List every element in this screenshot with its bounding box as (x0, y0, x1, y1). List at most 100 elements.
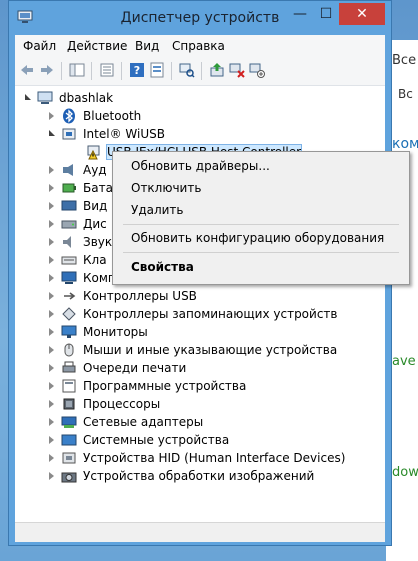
background-text-2: Вс (398, 87, 413, 101)
battery-icon (62, 183, 76, 193)
menu-bar: Файл Действие Вид Справка (15, 35, 385, 57)
context-menu-update-drivers[interactable]: Обновить драйверы... (131, 159, 270, 173)
toolbar-separator (61, 62, 62, 80)
toolbar: ? (15, 57, 385, 86)
maximize-button[interactable]: ☐ (313, 3, 339, 25)
expand-icon[interactable] (49, 400, 54, 408)
uninstall-device-icon[interactable] (229, 62, 245, 78)
tree-item-label: Кла (83, 253, 107, 267)
tree-root-label: dbashlak (59, 91, 114, 105)
tree-root[interactable]: dbashlak (25, 89, 275, 107)
tree-item-hid[interactable]: Устройства HID (Human Interface Devices) (49, 449, 379, 467)
expand-icon[interactable] (49, 454, 54, 462)
tree-item-label: Очереди печати (83, 361, 187, 375)
svg-text:?: ? (134, 64, 140, 77)
properties-icon[interactable] (149, 62, 165, 78)
tree-item-label: Мыши и иные указывающие устройства (83, 343, 338, 357)
expand-icon[interactable] (49, 328, 54, 336)
bluetooth-icon (63, 108, 75, 124)
menu-view[interactable]: Вид (135, 39, 159, 53)
background-text-3: ave (392, 354, 416, 369)
context-menu: Обновить драйверы... Отключить Удалить О… (112, 151, 410, 285)
context-menu-uninstall[interactable]: Удалить (131, 203, 184, 217)
tree-item-label: Устройства HID (Human Interface Devices) (83, 451, 346, 465)
expand-icon[interactable] (49, 274, 54, 282)
context-menu-separator (123, 252, 399, 253)
tree-item-processors[interactable]: Процессоры (49, 395, 299, 413)
context-menu-disable[interactable]: Отключить (131, 181, 201, 195)
expand-icon[interactable] (49, 220, 54, 228)
storage-controller-icon (62, 307, 76, 321)
tree-item-label: Контроллеры запоминающих устройств (83, 307, 338, 321)
tree-item-storage-controllers[interactable]: Контроллеры запоминающих устройств (49, 305, 379, 323)
system-device-icon (61, 434, 77, 446)
mouse-icon (64, 343, 74, 357)
tree-item-label: Сетевые адаптеры (83, 415, 204, 429)
expand-icon[interactable] (49, 418, 54, 426)
expand-icon[interactable] (49, 436, 54, 444)
show-hide-tree-icon[interactable] (69, 62, 85, 78)
close-button[interactable]: ✕ (339, 3, 385, 25)
display-adapter-icon (61, 200, 77, 211)
expand-icon[interactable] (49, 472, 54, 480)
menu-action[interactable]: Действие (67, 39, 127, 53)
warning-device-icon (87, 145, 100, 160)
tree-item-monitors[interactable]: Мониторы (49, 323, 299, 341)
expand-icon[interactable] (49, 184, 54, 192)
title-bar[interactable]: Диспетчер устройств — ☐ ✕ (9, 1, 391, 35)
network-adapter-icon (61, 416, 77, 428)
expand-icon[interactable] (49, 256, 54, 264)
watermark-text: REMONTKA.COM (25, 480, 338, 515)
tree-item-system-devices[interactable]: Системные устройства (49, 431, 299, 449)
software-device-icon (62, 379, 76, 393)
expand-icon[interactable] (49, 310, 54, 318)
tree-item-label: Звук (83, 235, 113, 249)
background-link-text: ком (392, 136, 418, 152)
toolbar-separator (91, 62, 92, 80)
background-text-1: Все (392, 53, 417, 68)
expand-icon[interactable] (49, 238, 54, 246)
tree-item-intel-wiusb[interactable]: Intel® WiUSB (49, 125, 299, 143)
collapse-icon[interactable] (25, 94, 31, 100)
tree-item-label: Intel® WiUSB (83, 127, 165, 141)
toolbar-separator (171, 62, 172, 80)
computer-icon (61, 271, 77, 284)
expand-icon[interactable] (49, 346, 54, 354)
update-driver-icon[interactable] (209, 62, 225, 78)
expand-icon[interactable] (49, 382, 54, 390)
back-arrow-icon[interactable] (19, 62, 35, 78)
tree-item-print-queues[interactable]: Очереди печати (49, 359, 299, 377)
disable-device-icon[interactable] (249, 62, 265, 78)
context-menu-scan-hardware[interactable]: Обновить конфигурацию оборудования (131, 231, 384, 245)
tree-item-label: Мониторы (83, 325, 148, 339)
processor-icon (63, 398, 75, 410)
minimize-button[interactable]: — (287, 3, 313, 25)
tree-item-network-adapters[interactable]: Сетевые адаптеры (49, 413, 299, 431)
tree-item-label: Процессоры (83, 397, 161, 411)
tree-item-label: Bluetooth (83, 109, 142, 123)
expand-icon[interactable] (49, 166, 54, 174)
tree-item-bluetooth[interactable]: Bluetooth (49, 107, 299, 125)
audio-icon (63, 164, 73, 176)
scan-hardware-icon[interactable] (179, 62, 195, 78)
hid-icon (62, 452, 76, 464)
collapse-icon[interactable] (49, 130, 55, 136)
context-menu-properties[interactable]: Свойства (131, 260, 194, 274)
tree-item-label: Бата (83, 181, 113, 195)
tree-item-label: Ауд (83, 163, 107, 177)
expand-icon[interactable] (49, 364, 54, 372)
forward-arrow-icon[interactable] (39, 62, 55, 78)
disk-drive-icon (61, 220, 77, 229)
expand-icon[interactable] (49, 202, 54, 210)
expand-icon[interactable] (49, 292, 54, 300)
computer-icon (37, 91, 53, 104)
menu-help[interactable]: Справка (172, 39, 225, 53)
expand-icon[interactable] (49, 112, 54, 120)
tree-item-mice[interactable]: Мыши и иные указывающие устройства (49, 341, 379, 359)
list-view-icon[interactable] (99, 62, 115, 78)
tree-item-software-devices[interactable]: Программные устройства (49, 377, 299, 395)
tree-item-usb-controllers[interactable]: Контроллеры USB (49, 287, 349, 305)
tree-item-label: Вид (83, 199, 108, 213)
help-icon[interactable]: ? (129, 62, 145, 78)
menu-file[interactable]: Файл (23, 39, 56, 53)
